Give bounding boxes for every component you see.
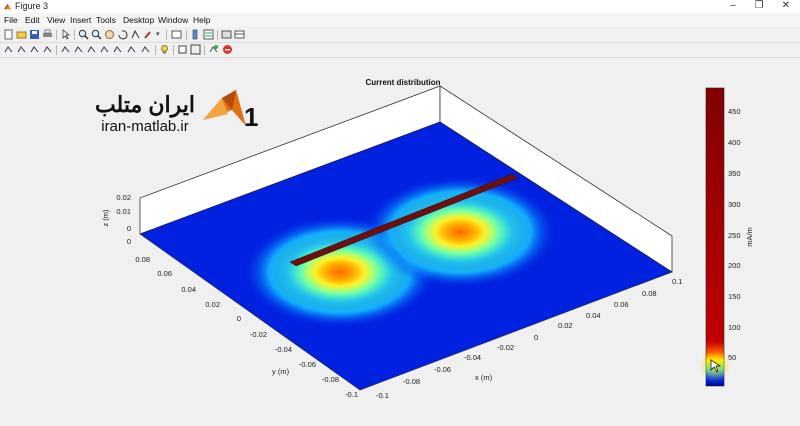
- colorbar-tick-label: 100: [728, 323, 741, 332]
- brush-icon[interactable]: [143, 29, 154, 40]
- colorbar-tick-label: 250: [728, 231, 741, 240]
- roll-camera-icon[interactable]: [126, 44, 137, 55]
- y-tick-label: 0.08: [135, 255, 150, 264]
- camera-toolbar: [0, 43, 800, 58]
- y-tick-label: 0.04: [181, 285, 196, 294]
- x-tick-label: 0.06: [614, 300, 629, 309]
- reset-camera-icon[interactable]: [208, 44, 219, 55]
- y-tick-label: -0.04: [275, 345, 292, 354]
- colorbar-tick-label: 350: [728, 169, 741, 178]
- y-tick-label: -0.08: [322, 375, 339, 384]
- menu-help[interactable]: Help: [193, 15, 210, 25]
- camera-y-icon[interactable]: [73, 44, 84, 55]
- x-tick-label: 0: [534, 333, 538, 342]
- orbit-light-icon[interactable]: [16, 44, 27, 55]
- menu-view[interactable]: View: [47, 15, 65, 25]
- x-tick-label: 0.08: [642, 289, 657, 298]
- camera-x-icon[interactable]: [60, 44, 71, 55]
- move-camera-icon[interactable]: [42, 44, 53, 55]
- x-tick-label: -0.1: [376, 391, 389, 400]
- watermark: ایران متلب iran-matlab.ir 1: [95, 90, 258, 135]
- legend-icon[interactable]: [203, 29, 214, 40]
- rotate-3d-icon[interactable]: [117, 29, 128, 40]
- light-bulb-icon[interactable]: [159, 44, 170, 55]
- brush-dropdown-icon[interactable]: ▾: [156, 30, 160, 38]
- colorbar-tick-label: 400: [728, 138, 741, 147]
- zoom-in-icon[interactable]: [78, 29, 89, 40]
- y-tick-label: 0: [237, 314, 241, 323]
- z-axis: 0 0 0.01 0.02 z (m): [101, 193, 131, 246]
- z-tick-label: 0.01: [116, 207, 131, 216]
- print-icon[interactable]: [42, 29, 53, 40]
- y-axis-label: y (m): [272, 367, 290, 376]
- colorbar-tick-label: 150: [728, 292, 741, 301]
- show-plot-tools-icon[interactable]: [234, 29, 245, 40]
- zoom-out-icon[interactable]: [91, 29, 102, 40]
- menu-insert[interactable]: Insert: [70, 15, 91, 25]
- title-bar: Figure 3 – ❐ ✕: [0, 0, 800, 13]
- menu-bar: File Edit View Insert Tools Desktop Wind…: [0, 13, 800, 27]
- plot-title: Current distribution: [365, 78, 440, 87]
- window-title: Figure 3: [15, 1, 49, 11]
- y-tick-label: -0.1: [345, 390, 358, 399]
- menu-desktop[interactable]: Desktop: [123, 15, 154, 25]
- y-tick-label: 0.06: [157, 269, 172, 278]
- colorbar-tick-label: 450: [728, 107, 741, 116]
- maximize-button[interactable]: ❐: [744, 0, 774, 13]
- matlab-logo-icon: 1: [203, 90, 258, 132]
- colorbar-label: mA/m: [745, 227, 754, 247]
- stop-camera-icon[interactable]: [222, 44, 233, 55]
- menu-edit[interactable]: Edit: [25, 15, 40, 25]
- new-figure-icon[interactable]: [3, 29, 14, 40]
- current-surface[interactable]: [140, 122, 672, 390]
- toggle-projection-icon[interactable]: [177, 44, 188, 55]
- x-axis-label: x (m): [475, 373, 493, 382]
- menu-tools[interactable]: Tools: [96, 15, 116, 25]
- data-cursor-icon[interactable]: [130, 29, 141, 40]
- z-axis-label: z (m): [101, 209, 110, 227]
- pan-icon[interactable]: [104, 29, 115, 40]
- z-tick-label: 0: [127, 224, 131, 233]
- pointer-icon[interactable]: [60, 29, 71, 40]
- x-tick-label: 0.1: [672, 277, 682, 286]
- z-tick-label: 0: [127, 237, 131, 246]
- open-file-icon[interactable]: [16, 29, 27, 40]
- camera-z-icon[interactable]: [86, 44, 97, 55]
- matlab-app-icon: [3, 3, 12, 10]
- hide-plot-tools-icon[interactable]: [221, 29, 232, 40]
- watermark-latin-text: iran-matlab.ir: [101, 118, 189, 135]
- figure-toolbar: ▾: [0, 28, 800, 43]
- x-tick-label: -0.04: [464, 353, 481, 362]
- mouse-cursor-highlight: [699, 350, 731, 382]
- x-tick-label: -0.06: [434, 365, 451, 374]
- x-tick-label: -0.02: [497, 343, 514, 352]
- walk-camera-icon[interactable]: [140, 44, 151, 55]
- toggle-perspective-icon[interactable]: [190, 44, 201, 55]
- colorbar-icon[interactable]: [190, 29, 201, 40]
- save-icon[interactable]: [29, 29, 40, 40]
- watermark-persian-text: ایران متلب: [95, 92, 195, 118]
- colorbar[interactable]: 450 400 350 300 250 200 150 100 50 mA/m: [705, 87, 754, 387]
- x-tick-label: 0.04: [586, 311, 601, 320]
- x-tick-label: -0.08: [403, 377, 420, 386]
- colorbar-tick-label: 200: [728, 261, 741, 270]
- colorbar-tick-label: 300: [728, 200, 741, 209]
- menu-file[interactable]: File: [4, 15, 18, 25]
- menu-window[interactable]: Window: [158, 15, 188, 25]
- y-tick-label: 0.02: [205, 300, 220, 309]
- y-tick-label: -0.06: [299, 360, 316, 369]
- zoom-camera-icon[interactable]: [112, 44, 123, 55]
- svg-text:1: 1: [244, 102, 258, 132]
- close-button[interactable]: ✕: [771, 0, 800, 13]
- link-plot-icon[interactable]: [171, 29, 182, 40]
- pan-tilt-camera-icon[interactable]: [29, 44, 40, 55]
- z-tick-label: 0.02: [116, 193, 131, 202]
- orbit-camera-icon[interactable]: [3, 44, 14, 55]
- figure-canvas[interactable]: Current distribution 0 0 0.01 0.02 z (m)…: [0, 58, 800, 426]
- x-tick-label: 0.02: [558, 321, 573, 330]
- y-tick-label: -0.02: [250, 330, 267, 339]
- camera-none-icon[interactable]: [99, 44, 110, 55]
